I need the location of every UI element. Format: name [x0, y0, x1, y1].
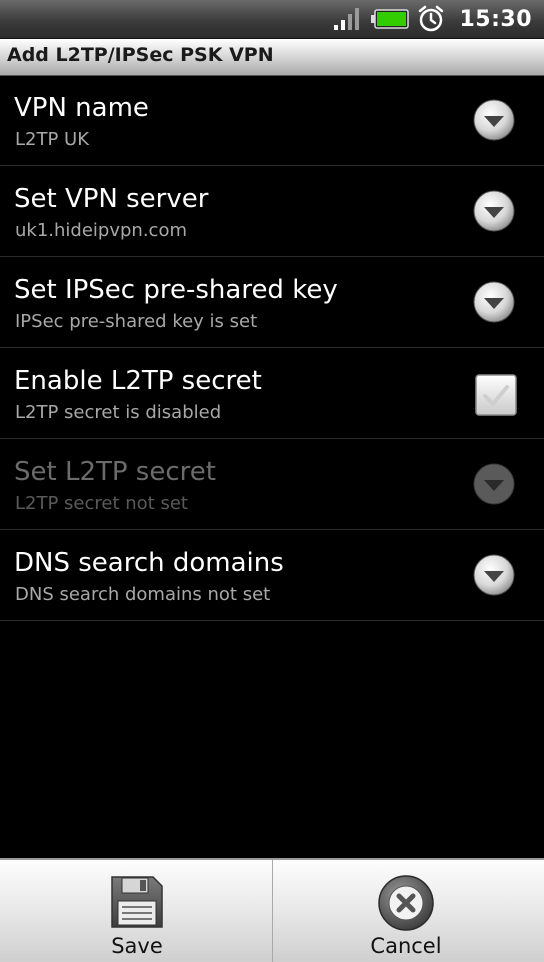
- checkbox-icon[interactable]: [475, 374, 517, 416]
- pref-summary: L2TP UK: [15, 129, 90, 150]
- floppy-disk-icon: [111, 876, 163, 928]
- preference-list: VPN name L2TP UK Set VPN server uk1.hide…: [0, 75, 544, 621]
- pref-title: Set L2TP secret: [14, 457, 216, 487]
- pref-title: Enable L2TP secret: [14, 366, 262, 396]
- pref-summary: L2TP secret not set: [15, 493, 188, 514]
- battery-icon: [371, 9, 410, 29]
- cancel-button[interactable]: Cancel: [271, 860, 541, 962]
- pref-vpn-server[interactable]: Set VPN server uk1.hideipvpn.com: [0, 166, 544, 257]
- pref-title: VPN name: [14, 93, 149, 123]
- dropdown-arrow-icon[interactable]: [473, 554, 515, 596]
- pref-set-l2tp-secret: Set L2TP secret L2TP secret not set: [0, 439, 544, 530]
- status-bar: 15:30: [0, 0, 544, 39]
- signal-icon: [334, 8, 360, 30]
- page-title: Add L2TP/IPSec PSK VPN: [7, 44, 274, 66]
- pref-title: Set VPN server: [14, 184, 209, 214]
- pref-dns-search-domains[interactable]: DNS search domains DNS search domains no…: [0, 530, 544, 621]
- pref-summary: uk1.hideipvpn.com: [15, 220, 187, 241]
- dropdown-arrow-icon: [473, 463, 515, 505]
- pref-vpn-name[interactable]: VPN name L2TP UK: [0, 75, 544, 166]
- close-circle-icon: [378, 875, 434, 931]
- save-button[interactable]: Save: [2, 860, 273, 962]
- cancel-label: Cancel: [370, 934, 442, 958]
- clock: 15:30: [459, 6, 532, 32]
- title-bar: Add L2TP/IPSec PSK VPN: [0, 39, 544, 76]
- alarm-icon: [419, 5, 444, 32]
- pref-enable-l2tp-secret[interactable]: Enable L2TP secret L2TP secret is disabl…: [0, 348, 544, 439]
- dropdown-arrow-icon[interactable]: [473, 99, 515, 141]
- pref-title: DNS search domains: [14, 548, 284, 578]
- save-label: Save: [111, 934, 163, 958]
- status-icons: 15:30: [333, 0, 532, 38]
- pref-title: Set IPSec pre-shared key: [14, 275, 338, 305]
- dropdown-arrow-icon[interactable]: [473, 190, 515, 232]
- dropdown-arrow-icon[interactable]: [473, 281, 515, 323]
- pref-summary: DNS search domains not set: [15, 584, 271, 605]
- bottom-button-bar: Save Cancel: [0, 858, 544, 962]
- pref-summary: L2TP secret is disabled: [15, 402, 222, 423]
- pref-summary: IPSec pre-shared key is set: [15, 311, 258, 332]
- pref-ipsec-key[interactable]: Set IPSec pre-shared key IPSec pre-share…: [0, 257, 544, 348]
